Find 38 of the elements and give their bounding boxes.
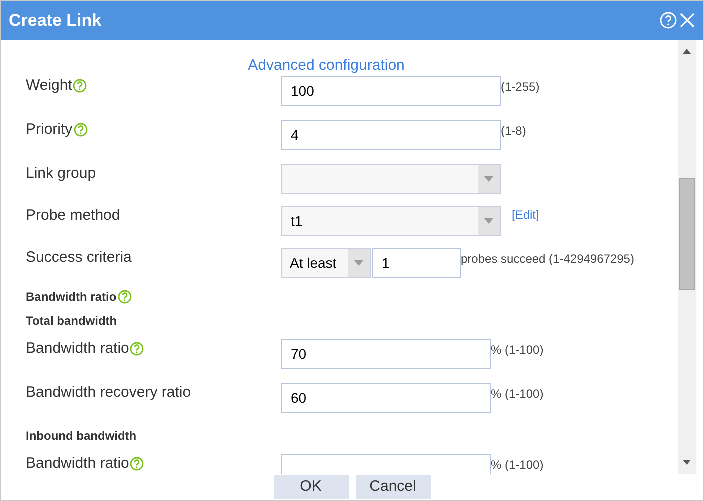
field-label: Bandwidth ratio [26,455,130,472]
scrollbar-thumb[interactable] [679,178,695,290]
field-label: Priority [26,121,73,138]
text-field[interactable]: 60 [281,383,491,413]
range-hint: (1-255) [501,79,540,96]
field-label: Bandwidth ratio [26,289,117,306]
scroll-down-icon[interactable] [683,460,691,465]
text-field[interactable]: 1 [372,248,461,278]
range-hint: (1-8) [501,123,526,140]
field-label: Bandwidth ratio [26,340,130,357]
scroll-up-icon[interactable] [683,49,691,54]
caret-icon [484,176,494,182]
field-label: Inbound bandwidth [26,428,137,445]
help-icon[interactable] [660,12,677,29]
dropdown[interactable]: t1 [281,206,501,236]
text-field[interactable]: 100 [281,76,501,106]
range-hint: % (1-100) [491,386,544,403]
window-title: Create Link [9,10,102,32]
advanced-configuration-link[interactable]: Advanced configuration [248,56,405,75]
text-field[interactable]: 4 [281,120,501,150]
cancel-button[interactable]: Cancel [356,475,430,499]
field-label: Weight [26,77,72,94]
range-hint: % (1-100) [491,457,544,474]
close-icon[interactable] [680,13,695,28]
field-label: Total bandwidth [26,313,118,330]
scrollbar[interactable] [678,40,696,474]
field-label: Bandwidth recovery ratio [26,384,192,401]
caret-icon [354,260,364,266]
ok-button[interactable]: OK [274,475,348,499]
text-field[interactable]: 70 [281,339,491,369]
caret-icon [484,218,494,224]
range-hint: probes succeed (1-4294967295) [461,251,634,268]
range-hint: % (1-100) [491,342,544,359]
dropdown[interactable]: At least [281,248,371,278]
field-label: Success criteria [26,249,132,266]
field-label: Link group [26,165,96,182]
edit-link[interactable]: [Edit] [512,206,540,224]
field-label: Probe method [26,207,120,224]
